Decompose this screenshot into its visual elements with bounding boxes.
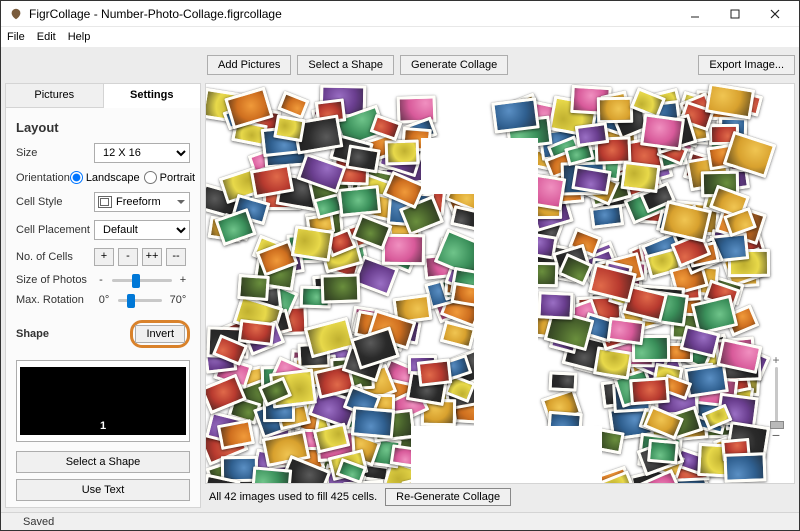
collage-tile	[723, 452, 767, 483]
collage-canvas[interactable]: + −	[205, 83, 795, 484]
collage-tile	[273, 114, 306, 141]
cells-plusplus-button[interactable]: ++	[142, 248, 162, 266]
cells-plus-button[interactable]: +	[94, 248, 114, 266]
collage-tile	[571, 165, 611, 195]
use-text-button[interactable]: Use Text	[16, 479, 190, 501]
orientation-portrait-radio[interactable]: Portrait	[144, 171, 195, 184]
select-shape-button[interactable]: Select a Shape	[16, 451, 190, 473]
collage-tile	[238, 319, 275, 346]
export-image-button[interactable]: Export Image...	[698, 55, 795, 75]
shape-cutout	[421, 138, 495, 194]
max-rot-max: 70°	[166, 294, 190, 306]
no-cells-label: No. of Cells	[16, 251, 94, 263]
menubar: File Edit Help	[1, 27, 799, 47]
size-photos-label: Size of Photos	[16, 274, 94, 286]
tab-settings[interactable]: Settings	[104, 84, 201, 108]
collage-tile	[548, 371, 577, 391]
collage-tile	[385, 139, 420, 165]
collage-tile	[640, 114, 685, 152]
size-photos-max: +	[176, 274, 190, 286]
collage-tile	[537, 291, 574, 320]
toolbar: Add Pictures Select a Shape Generate Col…	[1, 47, 799, 79]
max-rotation-label: Max. Rotation	[16, 294, 94, 306]
menu-edit[interactable]: Edit	[37, 31, 56, 43]
collage-tile	[416, 359, 452, 387]
statusbar: Saved	[1, 512, 799, 530]
collage-tile	[337, 185, 381, 217]
collage-tile	[575, 122, 609, 147]
size-label: Size	[16, 147, 94, 159]
collage-tile	[217, 419, 255, 450]
tab-pictures[interactable]: Pictures	[6, 84, 104, 107]
collage-tile	[381, 234, 425, 265]
generate-collage-button[interactable]: Generate Collage	[400, 55, 508, 75]
shape-header: Shape	[16, 328, 49, 340]
layout-header: Layout	[16, 120, 190, 135]
collage-tile	[291, 225, 335, 261]
collage-tile	[589, 204, 623, 229]
app-icon	[9, 7, 23, 21]
menu-help[interactable]: Help	[68, 31, 91, 43]
collage-tile	[545, 483, 582, 484]
client-area: Add Pictures Select a Shape Generate Col…	[1, 47, 799, 512]
collage-tile	[237, 274, 270, 301]
size-select[interactable]: 12 X 16	[94, 143, 190, 163]
cell-style-select[interactable]: Freeform	[94, 192, 190, 212]
size-photos-min: -	[94, 274, 108, 286]
collage-tile	[629, 377, 669, 406]
orientation-landscape-radio[interactable]: Landscape	[70, 171, 140, 184]
collage-tile	[606, 317, 645, 346]
status-saved: Saved	[23, 513, 54, 531]
collage-tile	[321, 273, 361, 303]
zoom-plus-icon: +	[772, 353, 779, 367]
orientation-label: Orientation	[16, 172, 70, 184]
collage-tile	[351, 406, 396, 439]
shape-preview: 1	[16, 360, 190, 442]
collage-tile	[647, 439, 679, 464]
cell-placement-select[interactable]: Default	[94, 220, 190, 240]
cell-placement-label: Cell Placement	[16, 224, 94, 236]
canvas-area: + − All 42 images used to fill 425 cells…	[205, 83, 795, 508]
cell-style-label: Cell Style	[16, 196, 94, 208]
panel-tabs: Pictures Settings	[6, 84, 200, 108]
invert-highlight: Invert	[130, 320, 190, 348]
close-button[interactable]	[755, 1, 795, 27]
left-panel: Pictures Settings Layout Size 12 X 16 Or…	[5, 83, 201, 508]
svg-text:1: 1	[100, 420, 106, 432]
collage-tile	[620, 160, 660, 192]
select-shape-button-top[interactable]: Select a Shape	[297, 55, 394, 75]
collage-tile	[251, 466, 292, 484]
max-rotation-slider[interactable]	[118, 299, 162, 302]
minimize-button[interactable]	[675, 1, 715, 27]
zoom-minus-icon: −	[772, 427, 780, 443]
maximize-button[interactable]	[715, 1, 755, 27]
zoom-slider[interactable]: + −	[768, 353, 784, 443]
invert-button[interactable]: Invert	[135, 325, 185, 343]
canvas-status-text: All 42 images used to fill 425 cells.	[209, 491, 377, 503]
size-photos-slider[interactable]	[112, 279, 172, 282]
shape-cutout	[411, 426, 602, 484]
window-title: FigrCollage - Number-Photo-Collage.figrc…	[29, 7, 675, 21]
add-pictures-button[interactable]: Add Pictures	[207, 55, 291, 75]
max-rot-min: 0°	[94, 294, 114, 306]
freeform-icon	[98, 196, 112, 208]
regenerate-collage-button[interactable]: Re-Generate Collage	[385, 488, 511, 506]
collage-tile	[597, 96, 633, 122]
titlebar: FigrCollage - Number-Photo-Collage.figrc…	[1, 1, 799, 27]
collage-tile	[491, 98, 539, 134]
cells-minus-button[interactable]: -	[118, 248, 138, 266]
cells-minusminus-button[interactable]: --	[166, 248, 186, 266]
menu-file[interactable]: File	[7, 31, 25, 43]
